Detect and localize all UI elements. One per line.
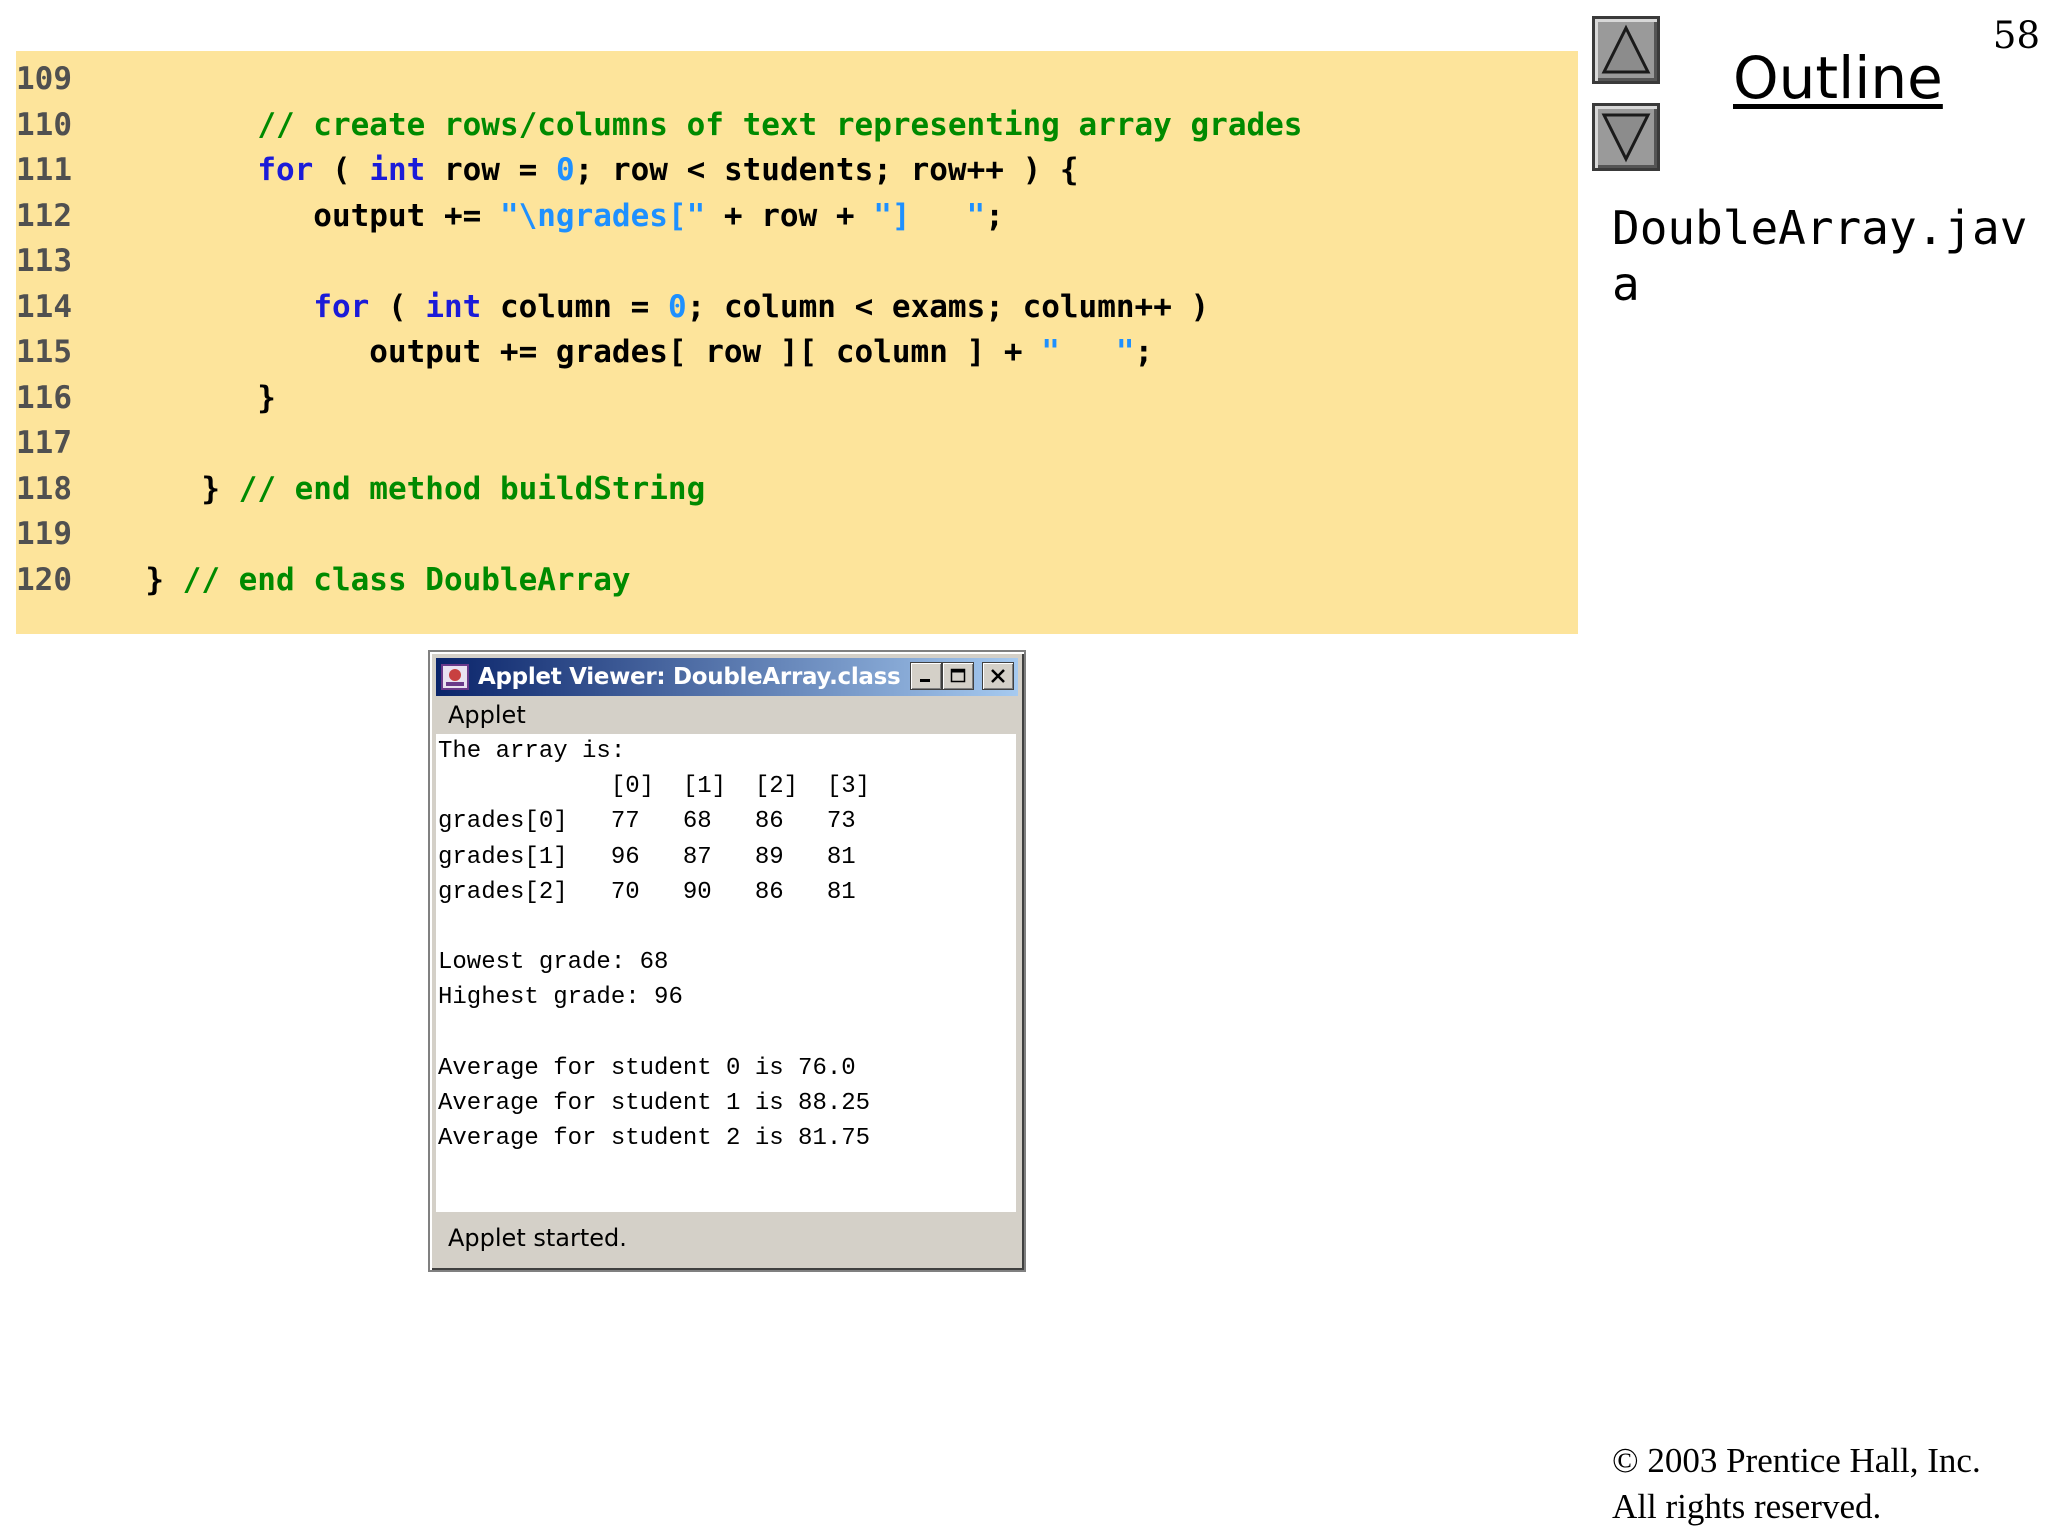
code-line: 119	[16, 512, 108, 558]
code-token: // end class DoubleArray	[182, 561, 631, 598]
code-line: 120 } // end class DoubleArray	[16, 558, 631, 604]
line-number: 110	[16, 106, 72, 143]
down-triangle-icon	[1601, 113, 1651, 163]
code-token: + row +	[705, 197, 874, 234]
code-token: "\ngrades["	[499, 197, 706, 234]
copyright-line-2: All rights reserved.	[1612, 1487, 1882, 1526]
output-line: The array is:	[438, 738, 626, 765]
line-number: 112	[16, 197, 72, 234]
line-number: 109	[16, 61, 72, 97]
code-token: // create rows/columns of text represent…	[257, 106, 1303, 143]
code-line: 118 } // end method buildString	[16, 467, 705, 513]
line-number: 117	[16, 425, 72, 461]
java-app-icon	[441, 664, 469, 690]
code-token: ; row < students; row++ ) {	[574, 152, 1079, 188]
code-token: output += grades[ row ][ column ] +	[108, 334, 1042, 370]
output-line: Lowest grade: 68	[438, 949, 669, 977]
code-token: }	[108, 470, 239, 507]
output-line: Highest grade: 96	[438, 984, 683, 1012]
code-token: (	[313, 152, 370, 188]
code-token: ; column < exams; column++ )	[686, 288, 1210, 325]
code-token: " "	[1041, 334, 1135, 370]
menu-bar: Applet	[436, 698, 1018, 732]
code-line: 117	[16, 421, 108, 467]
code-line: 116 }	[16, 376, 276, 422]
output-line: Average for student 2 is 81.75	[438, 1125, 871, 1153]
next-slide-button[interactable]	[1592, 103, 1660, 171]
code-panel: 109 110 // create rows/columns of text re…	[16, 51, 1578, 634]
page-number: 58	[1992, 14, 2040, 57]
applet-viewer-window: Applet Viewer: DoubleArray.class Applet …	[428, 650, 1026, 1272]
code-token: // end method buildString	[238, 470, 706, 507]
code-line: 110 // create rows/columns of text repre…	[16, 103, 1302, 149]
minimize-button[interactable]	[910, 662, 942, 690]
window-title: Applet Viewer: DoubleArray.class	[478, 664, 901, 690]
status-text: Applet started.	[448, 1224, 627, 1252]
copyright-line-1: © 2003 Prentice Hall, Inc.	[1612, 1441, 1981, 1480]
close-button[interactable]	[982, 662, 1014, 690]
output-line: Average for student 0 is 76.0	[438, 1054, 856, 1082]
code-token: int	[369, 152, 426, 188]
code-line: 114 for ( int column = 0; column < exams…	[16, 285, 1209, 331]
code-token: output +=	[108, 197, 500, 234]
line-number: 120	[16, 561, 72, 598]
code-token: }	[108, 561, 183, 598]
code-line: 109	[16, 57, 108, 103]
code-token: column =	[481, 288, 668, 325]
up-triangle-icon	[1601, 24, 1651, 74]
line-number: 114	[16, 288, 72, 325]
line-number: 115	[16, 334, 72, 370]
code-line: 113	[16, 239, 108, 285]
output-line: [0] [1] [2] [3]	[438, 773, 871, 801]
maximize-button[interactable]	[942, 662, 974, 690]
maximize-icon	[950, 668, 966, 683]
previous-slide-button[interactable]	[1592, 16, 1660, 84]
output-line: Average for student 1 is 88.25	[438, 1090, 871, 1117]
code-token: int	[425, 288, 482, 325]
close-icon	[991, 669, 1005, 683]
copyright: © 2003 Prentice Hall, Inc. All rights re…	[1612, 1438, 1981, 1530]
outline-link[interactable]: Outline	[1733, 44, 1943, 112]
line-number: 118	[16, 470, 72, 507]
code-token: (	[369, 288, 426, 325]
code-line: 111 for ( int row = 0; row < students; r…	[16, 148, 1079, 194]
applet-output-area: The array is: [0] [1] [2] [3] grades[0] 7…	[436, 734, 1016, 1212]
menu-item-applet[interactable]: Applet	[448, 701, 526, 729]
output-line: grades[1] 96 87 89 81	[438, 843, 856, 871]
code-token: "] "	[873, 197, 986, 234]
code-token: }	[108, 379, 276, 416]
code-token: row =	[425, 152, 556, 188]
code-line: 115 output += grades[ row ][ column ] + …	[16, 330, 1153, 376]
code-line: 112 output += "\ngrades[" + row + "] ";	[16, 194, 1004, 240]
line-number: 113	[16, 243, 72, 279]
code-token: 0	[667, 288, 687, 325]
file-name-label: DoubleArray.java	[1612, 201, 2028, 311]
minimize-icon	[920, 679, 930, 682]
code-token: ;	[1134, 334, 1154, 370]
window-title-bar[interactable]: Applet Viewer: DoubleArray.class	[436, 658, 1018, 696]
code-token: 0	[555, 152, 575, 188]
output-line: grades[0] 77 68 86 73	[438, 808, 856, 836]
code-token: for	[257, 152, 314, 188]
code-token: ;	[985, 197, 1004, 234]
status-bar: Applet started.	[436, 1214, 1018, 1262]
output-line: grades[2] 70 90 86 81	[438, 878, 856, 906]
line-number: 116	[16, 379, 72, 416]
line-number: 111	[16, 152, 72, 188]
line-number: 119	[16, 516, 72, 552]
code-token: for	[313, 288, 370, 325]
